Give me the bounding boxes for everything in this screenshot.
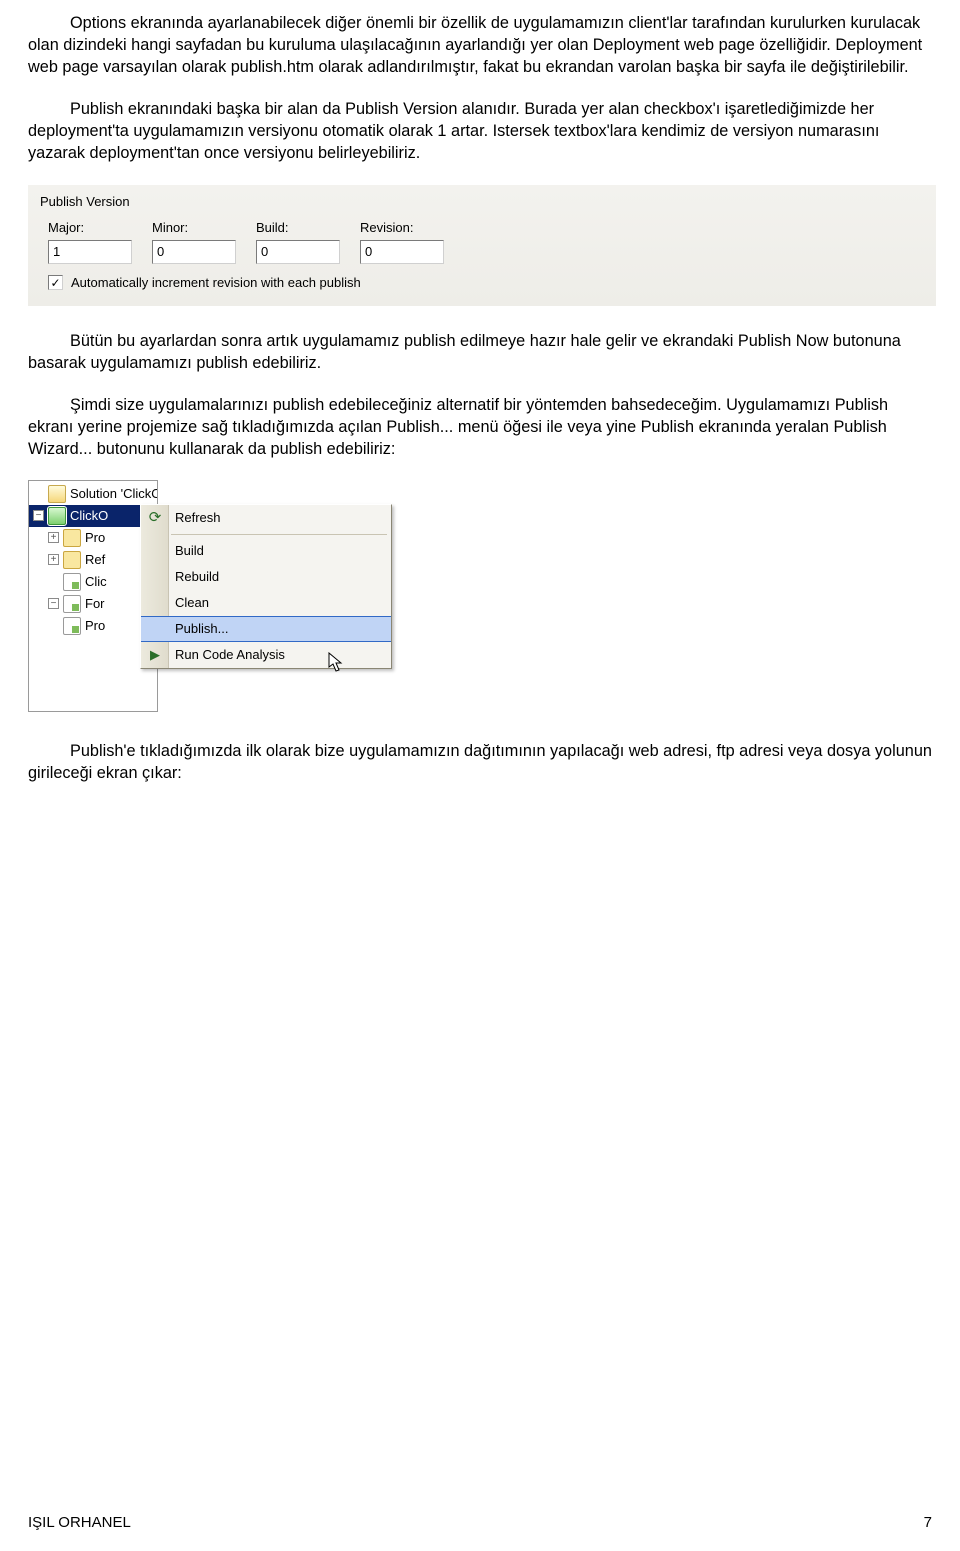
menu-item-publish[interactable]: Publish... xyxy=(141,616,391,642)
pv-revision: Revision: 0 xyxy=(360,219,444,265)
menu-item-clean[interactable]: Clean xyxy=(141,590,391,616)
pv-minor: Minor: 0 xyxy=(152,219,236,265)
tree-solution-row[interactable]: Solution 'ClickOnceUygulama' (1 project) xyxy=(29,483,157,505)
pv-minor-value: 0 xyxy=(157,243,164,261)
publish-version-panel: Publish Version Major: 1 Minor: 0 Build:… xyxy=(28,184,936,306)
pv-build: Build: 0 xyxy=(256,219,340,265)
refresh-icon: ⟳ xyxy=(145,508,165,528)
paragraph-2: Publish ekranındaki başka bir alan da Pu… xyxy=(28,98,932,164)
auto-increment-checkbox[interactable]: ✓ xyxy=(48,275,63,290)
tree-item-label: Clic xyxy=(85,573,107,591)
solution-icon xyxy=(48,485,66,503)
menu-label: Build xyxy=(175,542,204,560)
csharp-file-icon xyxy=(63,573,81,591)
tree-solution-label: Solution 'ClickOnceUygulama' (1 project) xyxy=(70,485,157,503)
paragraph-5: Publish'e tıkladığımızda ilk olarak bize… xyxy=(28,740,932,784)
menu-item-run-code-analysis[interactable]: ▶ Run Code Analysis xyxy=(141,642,391,668)
context-menu: ⟳ Refresh Build Rebuild Clean Publish...… xyxy=(140,504,392,669)
tree-item-label: For xyxy=(85,595,105,613)
pv-major-input[interactable]: 1 xyxy=(48,240,132,264)
pv-revision-input[interactable]: 0 xyxy=(360,240,444,264)
pv-major: Major: 1 xyxy=(48,219,132,265)
mouse-cursor-icon xyxy=(328,652,346,672)
tree-item-label: Ref xyxy=(85,551,105,569)
menu-separator xyxy=(171,534,387,535)
context-menu-screenshot: Solution 'ClickOnceUygulama' (1 project)… xyxy=(28,480,398,712)
solution-tree: Solution 'ClickOnceUygulama' (1 project)… xyxy=(28,480,158,712)
pv-revision-label: Revision: xyxy=(360,219,444,237)
menu-label: Clean xyxy=(175,594,209,612)
page-footer: IŞIL ORHANEL 7 xyxy=(28,1513,932,1533)
tree-item-label: Pro xyxy=(85,617,105,635)
run-analysis-icon: ▶ xyxy=(145,645,165,665)
expand-icon[interactable]: + xyxy=(48,554,59,565)
tree-row[interactable]: + Ref xyxy=(29,549,157,571)
pv-major-value: 1 xyxy=(53,243,60,261)
menu-item-refresh[interactable]: ⟳ Refresh xyxy=(141,505,391,531)
paragraph-4: Şimdi size uygulamalarınızı publish edeb… xyxy=(28,394,932,460)
tree-project-row[interactable]: − ClickO xyxy=(29,505,157,527)
tree-project-label: ClickO xyxy=(70,507,108,525)
footer-page-number: 7 xyxy=(924,1513,932,1533)
folder-icon xyxy=(63,529,81,547)
pv-build-value: 0 xyxy=(261,243,268,261)
pv-minor-input[interactable]: 0 xyxy=(152,240,236,264)
folder-icon xyxy=(63,551,81,569)
csharp-file-icon xyxy=(63,617,81,635)
pv-revision-value: 0 xyxy=(365,243,372,261)
pv-major-label: Major: xyxy=(48,219,132,237)
tree-row[interactable]: − For xyxy=(29,593,157,615)
menu-item-build[interactable]: Build xyxy=(141,538,391,564)
collapse-icon[interactable]: − xyxy=(48,598,59,609)
pv-minor-label: Minor: xyxy=(152,219,236,237)
tree-row[interactable]: Clic xyxy=(29,571,157,593)
tree-row[interactable]: Pro xyxy=(29,615,157,637)
tree-row[interactable]: + Pro xyxy=(29,527,157,549)
paragraph-3: Bütün bu ayarlardan sonra artık uygulama… xyxy=(28,330,932,374)
pv-build-input[interactable]: 0 xyxy=(256,240,340,264)
menu-label: Publish... xyxy=(175,620,228,638)
menu-label: Refresh xyxy=(175,509,221,527)
publish-version-title: Publish Version xyxy=(40,193,932,211)
project-icon xyxy=(48,507,66,525)
pv-build-label: Build: xyxy=(256,219,340,237)
collapse-icon[interactable]: − xyxy=(33,510,44,521)
footer-author: IŞIL ORHANEL xyxy=(28,1513,131,1533)
auto-increment-label: Automatically increment revision with ea… xyxy=(71,274,361,292)
expand-icon[interactable]: + xyxy=(48,532,59,543)
csharp-file-icon xyxy=(63,595,81,613)
paragraph-1: Options ekranında ayarlanabilecek diğer … xyxy=(28,12,932,78)
menu-label: Rebuild xyxy=(175,568,219,586)
menu-label: Run Code Analysis xyxy=(175,646,285,664)
menu-item-rebuild[interactable]: Rebuild xyxy=(141,564,391,590)
tree-item-label: Pro xyxy=(85,529,105,547)
